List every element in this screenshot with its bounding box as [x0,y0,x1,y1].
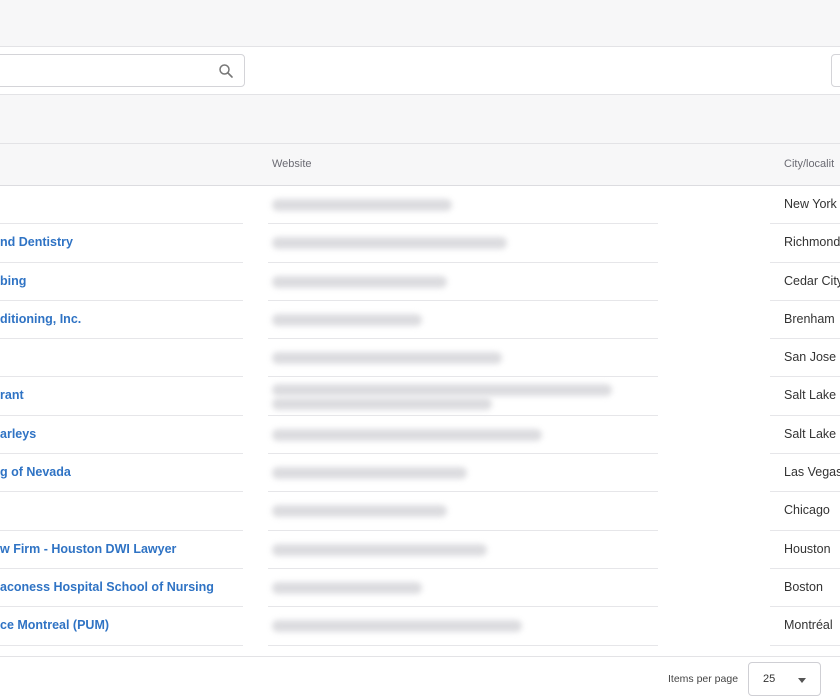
city-cell: Boston [784,579,823,594]
city-cell: Montréal [784,618,833,633]
city-cell: Salt Lake C [784,426,840,441]
business-name-link[interactable]: bing [0,274,26,288]
column-header-city[interactable]: City/localit [784,158,834,170]
pagination-footer: Items per page 25 [0,656,840,700]
website-redacted [272,237,507,250]
city-cell: Salt Lake C [784,388,840,403]
items-per-page-label: Items per page [668,673,739,685]
business-name-link[interactable]: arleys [0,427,36,441]
website-redacted [272,313,422,326]
table-row[interactable]: nd Dentistry Richmond [0,224,840,263]
city-cell: Chicago [784,503,830,518]
website-redacted [272,384,612,397]
filter-bar [0,95,840,144]
business-name-link[interactable]: rant [0,388,24,402]
website-redacted [272,505,447,518]
city-cell: Houston [784,541,831,556]
table-row[interactable]: rant Salt Lake C [0,377,840,416]
items-per-page-select[interactable]: 25 [748,662,821,696]
search-toolbar [0,47,840,95]
search-box[interactable] [0,54,245,87]
website-redacted [272,581,422,594]
table-row[interactable]: New York [0,186,840,225]
page: Website City/localit New York nd Dentist… [0,0,840,700]
website-redacted [272,428,542,441]
table-row[interactable]: aconess Hospital School of Nursing Bosto… [0,569,840,608]
city-cell: Las Vegas [784,465,840,480]
city-cell: Cedar City [784,273,840,288]
website-redacted [272,275,447,288]
business-name-link[interactable]: g of Nevada [0,465,71,479]
search-input[interactable] [3,61,203,81]
website-redacted [272,352,502,365]
city-cell: Richmond [784,235,840,250]
table-row[interactable]: ce Montreal (PUM) Montréal [0,607,840,646]
city-cell: Brenham [784,311,835,326]
items-per-page-value: 25 [763,673,776,685]
table-row[interactable]: ditioning, Inc. Brenham [0,301,840,340]
table-body: New York nd Dentistry Richmond bing Ceda… [0,186,840,646]
toolbar-right-control[interactable] [831,54,840,87]
website-redacted [272,467,467,480]
table-row[interactable]: bing Cedar City [0,263,840,301]
website-redacted [272,543,487,556]
website-redacted [272,620,522,633]
table-row[interactable]: Chicago [0,492,840,531]
table-row[interactable]: San Jose [0,339,840,378]
website-redacted [272,199,452,211]
top-bar [0,0,840,47]
table-row[interactable]: g of Nevada Las Vegas [0,454,840,493]
business-name-link[interactable]: ditioning, Inc. [0,312,81,326]
table-row[interactable]: w Firm - Houston DWI Lawyer Houston [0,531,840,569]
table-header: Website City/localit [0,144,840,186]
business-name-link[interactable]: nd Dentistry [0,235,73,249]
table-row[interactable]: arleys Salt Lake C [0,416,840,455]
column-header-website[interactable]: Website [272,158,312,170]
city-cell: New York [784,197,837,211]
business-name-link[interactable]: aconess Hospital School of Nursing [0,580,214,594]
website-redacted [272,398,492,411]
search-icon[interactable] [218,63,234,79]
business-name-link[interactable]: ce Montreal (PUM) [0,618,109,632]
caret-down-icon [798,678,806,683]
business-name-link[interactable]: w Firm - Houston DWI Lawyer [0,542,176,556]
city-cell: San Jose [784,350,837,365]
